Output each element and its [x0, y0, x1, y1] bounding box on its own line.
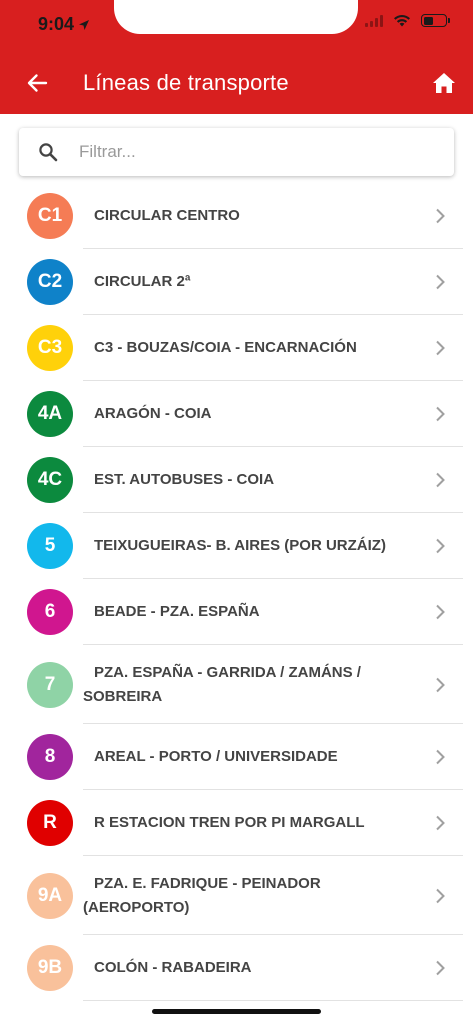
chevron-right-icon [433, 206, 447, 226]
line-row-c3[interactable]: C3 C3 - BOUZAS/COIA - ENCARNACIÓN [0, 315, 473, 381]
home-icon [433, 73, 455, 93]
line-row-9b[interactable]: 9B COLÓN - RABADEIRA [0, 935, 473, 1001]
line-row-c1[interactable]: C1 CIRCULAR CENTRO [0, 183, 473, 249]
line-name: CIRCULAR 2ª [94, 273, 191, 290]
chevron-right-icon [433, 886, 447, 906]
app-header: 9:04 Líneas de transporte [0, 0, 473, 114]
battery-icon [421, 14, 450, 27]
line-row-4a[interactable]: 4A ARAGÓN - COIA [0, 381, 473, 447]
line-row-9a[interactable]: 9A PZA. E. FADRIQUE - PEINADOR (AEROPORT… [0, 856, 473, 935]
arrow-left-icon [27, 74, 48, 92]
home-button[interactable] [429, 68, 459, 98]
line-badge: 9A [27, 872, 73, 919]
chevron-right-icon [433, 338, 447, 358]
wifi-icon [394, 14, 410, 27]
line-badge: 9B [27, 945, 73, 991]
line-name: PZA. E. FADRIQUE - PEINADOR (AEROPORTO) [83, 874, 321, 916]
line-row-4c[interactable]: 4C EST. AUTOBUSES - COIA [0, 447, 473, 513]
chevron-right-icon [433, 536, 447, 556]
line-name: CIRCULAR CENTRO [94, 207, 240, 224]
device-notch [114, 0, 358, 34]
line-row-r[interactable]: R R ESTACION TREN POR PI MARGALL [0, 790, 473, 856]
line-badge: 4C [27, 457, 73, 503]
status-time: 9:04 [38, 14, 90, 35]
search-input[interactable] [79, 142, 419, 162]
line-name: AREAL - PORTO / UNIVERSIDADE [94, 748, 338, 765]
line-badge: C2 [27, 259, 73, 305]
home-indicator [152, 1009, 321, 1014]
transport-lines-list: C1 CIRCULAR CENTRO C2 CIRCULAR 2ª C3 C3 … [0, 183, 473, 1001]
line-badge: 6 [27, 589, 73, 635]
chevron-right-icon [433, 747, 447, 767]
status-bar: 9:04 [0, 0, 473, 50]
line-row-c2[interactable]: C2 CIRCULAR 2ª [0, 249, 473, 315]
line-row-7[interactable]: 7 PZA. ESPAÑA - GARRIDA / ZAMÁNS / SOBRE… [0, 645, 473, 724]
status-time-text: 9:04 [38, 14, 75, 34]
chevron-right-icon [433, 272, 447, 292]
line-name: COLÓN - RABADEIRA [94, 959, 252, 976]
line-row-5[interactable]: 5 TEIXUGUEIRAS- B. AIRES (POR URZÁIZ) [0, 513, 473, 579]
line-badge: C3 [27, 325, 73, 371]
page-title: Líneas de transporte [83, 70, 289, 95]
line-name: TEIXUGUEIRAS- B. AIRES (POR URZÁIZ) [94, 537, 386, 554]
line-badge: 4A [27, 391, 73, 437]
line-name: BEADE - PZA. ESPAÑA [94, 603, 260, 620]
line-badge: C1 [27, 193, 73, 239]
chevron-right-icon [433, 404, 447, 424]
search-bar [19, 128, 454, 176]
line-row-8[interactable]: 8 AREAL - PORTO / UNIVERSIDADE [0, 724, 473, 790]
line-name: EST. AUTOBUSES - COIA [94, 471, 275, 488]
chevron-right-icon [433, 470, 447, 490]
line-name: PZA. ESPAÑA - GARRIDA / ZAMÁNS / SOBREIR… [83, 663, 361, 705]
status-indicators [365, 14, 450, 27]
location-arrow-icon [79, 19, 90, 30]
chevron-right-icon [433, 675, 447, 695]
back-button[interactable] [22, 68, 52, 98]
cellular-signal-icon [365, 14, 383, 27]
line-badge: 5 [27, 523, 73, 569]
line-name: R ESTACION TREN POR PI MARGALL [94, 814, 365, 831]
line-badge: 8 [27, 734, 73, 780]
search-icon [37, 141, 59, 163]
chevron-right-icon [433, 958, 447, 978]
line-name: C3 - BOUZAS/COIA - ENCARNACIÓN [94, 339, 357, 356]
line-name: ARAGÓN - COIA [94, 405, 212, 422]
chevron-right-icon [433, 602, 447, 622]
line-badge: R [27, 800, 73, 846]
line-row-6[interactable]: 6 BEADE - PZA. ESPAÑA [0, 579, 473, 645]
chevron-right-icon [433, 813, 447, 833]
line-badge: 7 [27, 661, 73, 708]
